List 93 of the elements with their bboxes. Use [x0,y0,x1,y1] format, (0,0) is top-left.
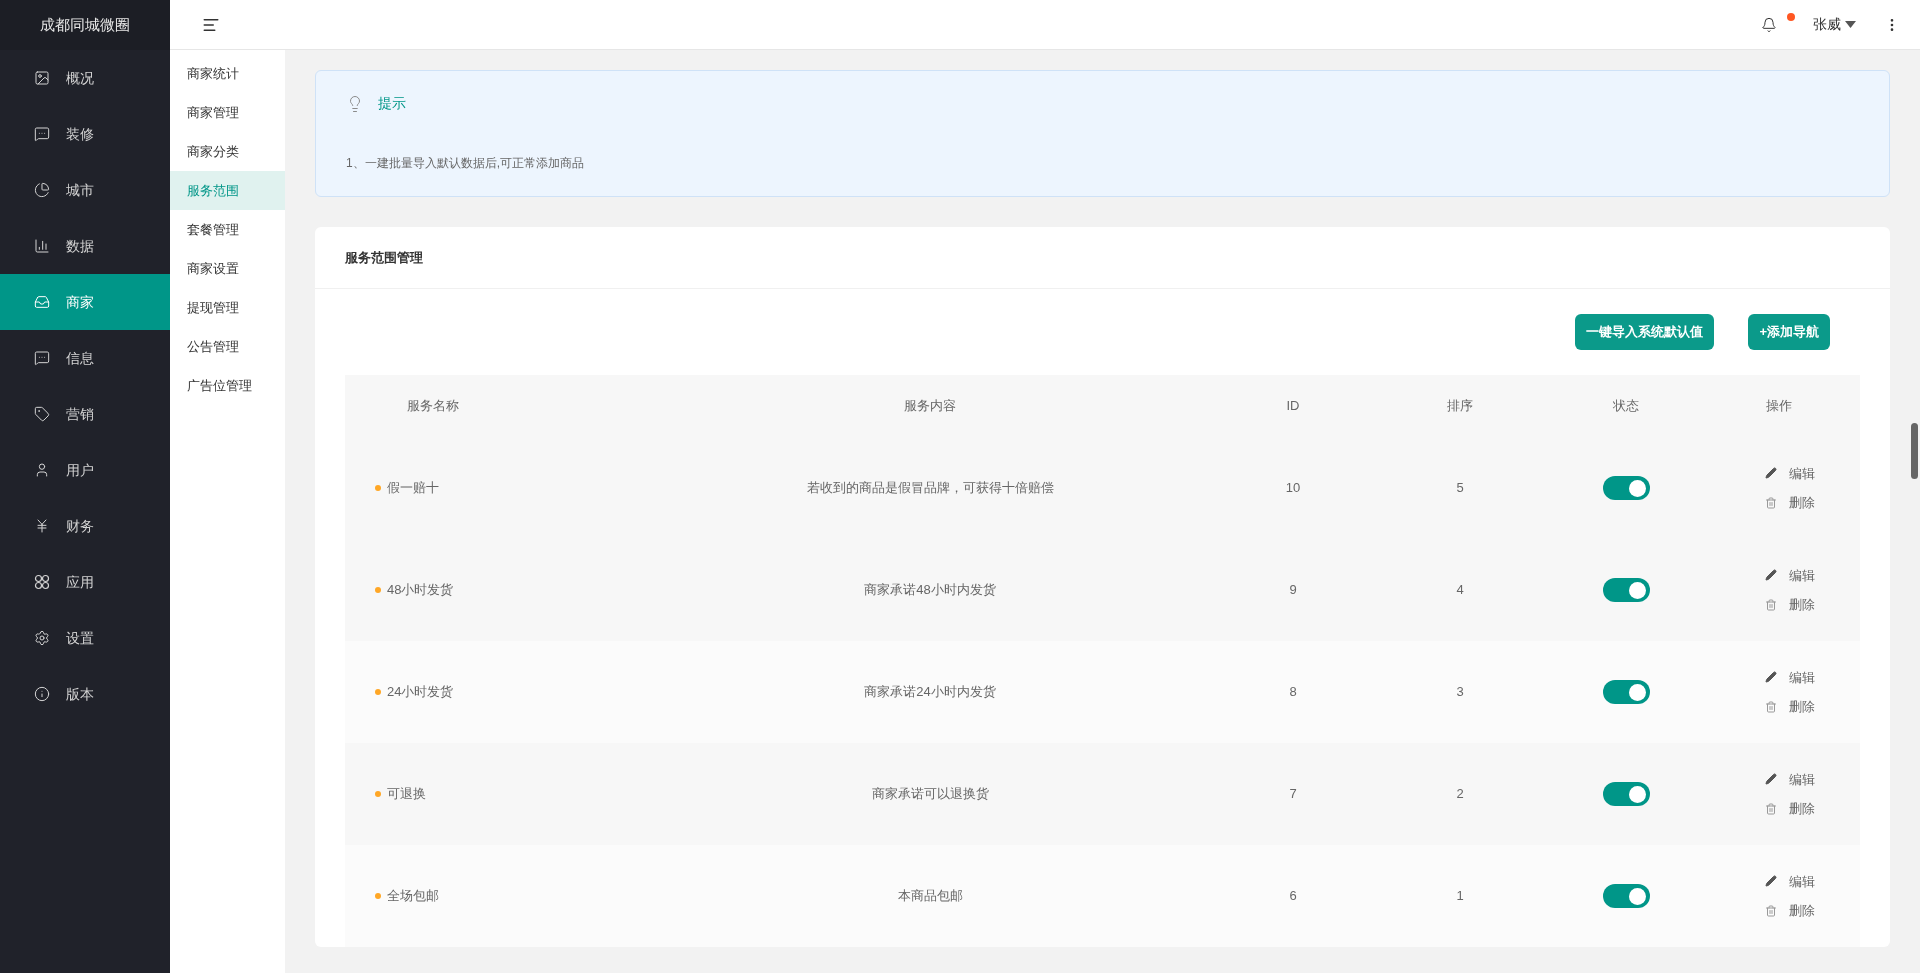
nav-item[interactable]: 用户 [0,442,170,498]
table-cell: 商家承诺48小时内发货 [864,582,996,598]
submenu-item[interactable]: 商家统计 [170,54,285,93]
info-icon [34,686,50,702]
submenu-item[interactable]: 广告位管理 [170,366,285,405]
delete-link[interactable]: 删除 [1765,493,1860,513]
trash-icon [1765,700,1777,713]
trash-icon [1765,598,1777,611]
toggle-switch[interactable] [1602,476,1650,500]
nav-item[interactable]: 营销 [0,386,170,442]
settings-icon [34,630,50,646]
table-cell: 5 [1456,480,1464,496]
edit-link[interactable]: 编辑 [1765,463,1860,483]
table-cell: 商家承诺可以退换货 [871,786,989,802]
four-circles-icon [34,574,50,590]
nav-item[interactable]: 设置 [0,610,170,666]
table-cell: 本商品包邮 [897,888,963,904]
action-button[interactable]: +添加导航 [1748,314,1830,350]
table-cell: 8 [1289,684,1297,700]
bar-chart-icon [34,238,50,254]
submenu-item[interactable]: 商家分类 [170,132,285,171]
pencil-icon [1765,467,1777,480]
table-cell: 10 [1285,480,1301,496]
bell-icon[interactable] [1761,16,1777,33]
table-cell-text: 全场包邮 [387,887,439,906]
edit-link[interactable]: 编辑 [1765,667,1860,687]
toggle-switch[interactable] [1602,782,1650,806]
toggle-switch[interactable] [1602,578,1650,602]
delete-link[interactable]: 删除 [1765,595,1860,615]
pie-icon [34,182,50,198]
nav-item[interactable]: 应用 [0,554,170,610]
table-cell: 3 [1456,684,1464,700]
toggle-switch[interactable] [1602,680,1650,704]
tray-icon [34,294,50,310]
edit-link[interactable]: 编辑 [1765,565,1860,585]
table-cell: 若收到的商品是假冒品牌，可获得十倍赔偿 [806,480,1054,496]
column-header: 服务内容 [904,398,956,414]
table-cell-text: 可退换 [387,785,426,804]
column-header: 排序 [1447,398,1473,414]
table-cell: 6 [1289,888,1297,904]
nav-item[interactable]: 城市 [0,162,170,218]
tip-text: 1、一建批量导入默认数据后,可正常添加商品 [346,155,585,172]
table-cell: 7 [1289,786,1297,802]
table-cell: 商家承诺24小时内发货 [864,684,996,700]
submenu-item[interactable]: 商家设置 [170,249,285,288]
table-cell-text: 假一赔十 [387,479,439,498]
picture-frame-icon [34,70,50,86]
trash-icon [1765,802,1777,815]
tag-icon [34,406,50,422]
column-header: 服务名称 [407,398,459,414]
caret-icon[interactable] [1845,21,1856,28]
chat-icon [34,126,50,142]
user-name[interactable]: 张威 [1813,14,1841,35]
column-header: ID [1286,398,1300,414]
edit-link[interactable]: 编辑 [1765,769,1860,789]
yen-icon [34,518,50,534]
edit-link[interactable]: 编辑 [1765,871,1860,891]
scrollbar-thumb [1911,423,1918,479]
action-button[interactable]: 一键导入系统默认值 [1575,314,1715,350]
submenu-item[interactable]: 套餐管理 [170,210,285,249]
brand-title: 成都同城微圈 [40,14,130,35]
tip-title: 提示 [378,94,406,113]
trash-icon [1765,496,1777,509]
delete-link[interactable]: 删除 [1765,901,1860,921]
nav-item[interactable]: 商家 [0,274,170,330]
column-header: 状态 [1613,398,1639,414]
column-header: 操作 [1765,398,1792,414]
card-title: 服务范围管理 [345,248,423,267]
delete-link[interactable]: 删除 [1765,799,1860,819]
table-cell: 1 [1456,888,1464,904]
table-cell-text: 48小时发货 [387,581,454,600]
nav-item[interactable]: 数据 [0,218,170,274]
pencil-icon [1765,569,1777,582]
nav-item[interactable]: 版本 [0,666,170,722]
submenu-item[interactable]: 商家管理 [170,93,285,132]
user-icon [34,462,50,478]
nav-item[interactable]: 信息 [0,330,170,386]
pencil-icon [1765,773,1777,786]
table-cell: 9 [1289,582,1297,598]
table-cell: 2 [1456,786,1464,802]
pencil-icon [1765,671,1777,684]
nav-item[interactable]: 概况 [0,50,170,106]
toggle-switch[interactable] [1602,884,1650,908]
table-cell-text: 24小时发货 [387,683,454,702]
nav-item[interactable]: 财务 [0,498,170,554]
chat-icon [34,350,50,366]
pencil-icon [1765,875,1777,888]
trash-icon [1765,904,1777,917]
submenu-item[interactable]: 提现管理 [170,288,285,327]
submenu-item[interactable]: 公告管理 [170,327,285,366]
table-cell: 4 [1456,582,1464,598]
nav-item[interactable]: 装修 [0,106,170,162]
delete-link[interactable]: 删除 [1765,697,1860,717]
